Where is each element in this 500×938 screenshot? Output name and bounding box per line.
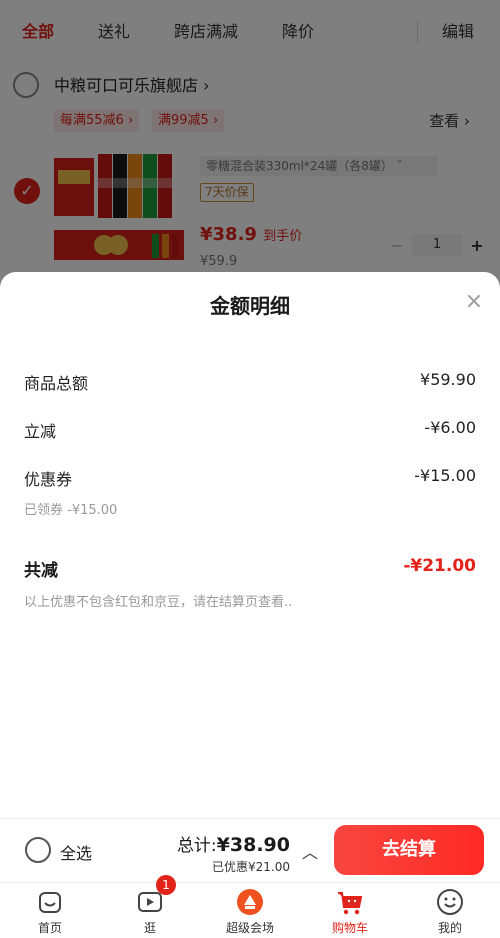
checkout-bar: 全选 总计:¥38.90 已优惠¥21.00 ︿ 去结算 — [0, 818, 500, 882]
smiley-icon — [437, 889, 463, 915]
notification-badge: 1 — [156, 875, 176, 895]
tabbar-label: 我的 — [437, 921, 462, 935]
tabbar-label: 购物车 — [331, 921, 368, 935]
super-venue-icon — [237, 889, 263, 915]
goods-total-value: ¥59.90 — [420, 370, 476, 389]
tabbar-label: 首页 — [37, 921, 62, 935]
total-price: 总计:¥38.90 — [177, 831, 290, 856]
coupon-note: 已领券 -¥15.00 — [24, 503, 118, 518]
coupon-value: -¥15.00 — [414, 466, 476, 485]
instant-discount-value: -¥6.00 — [424, 418, 476, 437]
tabbar-label: 逛 — [143, 921, 156, 935]
close-icon[interactable]: × — [462, 290, 486, 314]
total-discount-label: 共减 — [24, 561, 58, 581]
home-icon — [39, 892, 61, 913]
checkout-button[interactable]: 去结算 — [334, 825, 484, 875]
total-discount-value: -¥21.00 — [403, 556, 476, 576]
tabbar-label: 超级会场 — [225, 921, 274, 935]
tabbar-item-me[interactable]: 我的 — [400, 883, 500, 938]
tabbar-item-super-venue[interactable]: 超级会场 — [200, 883, 300, 938]
total-prefix: 总计: — [176, 836, 217, 856]
tabbar-item-browse[interactable]: 1 逛 — [100, 875, 200, 938]
tabbar-item-cart[interactable]: 购物车 — [300, 883, 400, 938]
instant-discount-label: 立减 — [24, 422, 57, 441]
goods-total-label: 商品总额 — [24, 374, 89, 393]
saved-amount: 已优惠¥21.00 — [212, 860, 290, 874]
select-all-radio[interactable] — [25, 837, 51, 863]
disclaimer-text: 以上优惠不包含红包和京豆，请在结算页查看.. — [24, 595, 293, 610]
coupon-label: 优惠券 — [24, 470, 73, 489]
sheet-title: 金额明细 — [210, 294, 290, 318]
chevron-up-icon[interactable]: ︿ — [302, 839, 318, 863]
cart-icon — [338, 892, 363, 915]
bottom-tab-bar: 首页 1 逛 超级会场 购物车 我的 — [0, 875, 500, 938]
total-amount: ¥38.90 — [216, 834, 290, 856]
select-all-label[interactable]: 全选 — [60, 840, 92, 864]
tabbar-item-home[interactable]: 首页 — [0, 883, 100, 938]
amount-detail-sheet: 金额明细 × 商品总额 ¥59.90 立减 -¥6.00 优惠券 -¥15.00… — [0, 272, 500, 818]
